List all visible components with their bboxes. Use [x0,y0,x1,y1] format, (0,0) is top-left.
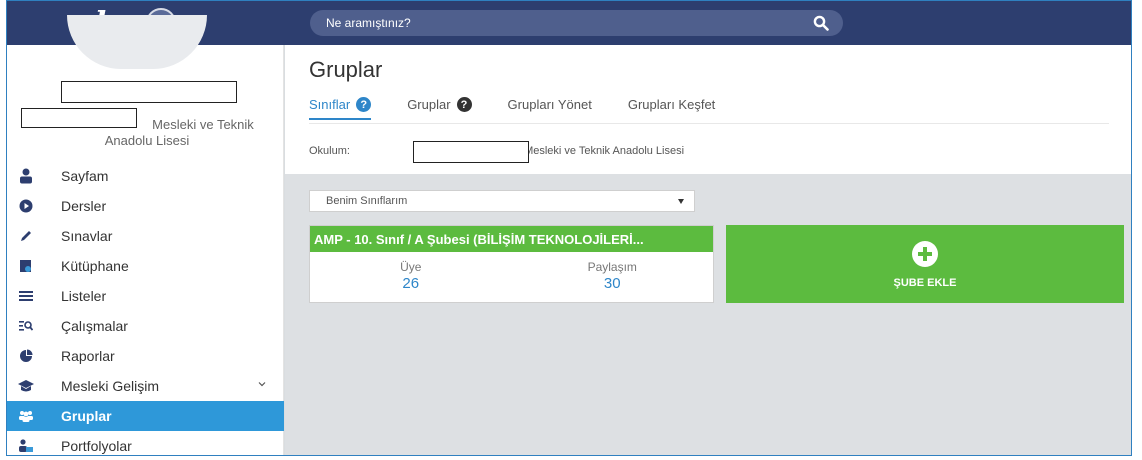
app-window: eba Mesleki ve Teknik Anadolu Lisesi Say… [6,0,1132,456]
tab-gruplar[interactable]: Gruplar ? [407,97,472,120]
add-branch-label: ŞUBE EKLE [893,277,957,289]
sidebar-item-label: Listeler [61,288,107,304]
members-count: 26 [402,275,420,292]
tab-gruplari-yonet[interactable]: Grupları Yönet [508,97,592,120]
user-folder-icon [17,437,35,455]
redacted-school-name [413,141,529,163]
class-filter-value: Benim Sınıflarım [326,195,408,207]
sidebar-item-label: Mesleki Gelişim [61,378,160,394]
shares-stat[interactable]: Paylaşım 30 [512,252,714,304]
chevron-down-icon[interactable] [258,380,266,388]
class-filter-select[interactable]: Benim Sınıflarım [309,190,695,212]
sidebar-item-calismalar[interactable]: Çalışmalar [7,311,284,341]
members-stat[interactable]: Üye 26 [310,252,512,304]
search-list-icon [17,317,35,335]
help-icon[interactable]: ? [356,97,372,112]
search-bar [310,10,843,36]
sidebar-item-label: Gruplar [61,408,112,424]
sidebar-item-raporlar[interactable]: Raporlar [7,341,284,371]
user-icon [17,167,35,185]
page-title: Gruplar [309,57,383,82]
sidebar-item-listeler[interactable]: Listeler [7,281,284,311]
help-icon[interactable]: ? [456,97,472,112]
tab-label: Grupları Keşfet [627,97,716,112]
search-input[interactable] [326,16,796,30]
sidebar-item-label: Dersler [61,198,107,214]
sidebar-item-label: Portfolyolar [61,438,132,454]
tab-label: Grupları Yönet [507,97,592,112]
shares-count: 30 [603,275,621,292]
sidebar-item-label: Sayfam [61,168,109,184]
sidebar-item-dersler[interactable]: Dersler [7,191,284,221]
users-icon [17,407,35,425]
sidebar-item-gruplar[interactable]: Gruplar [7,401,284,431]
members-label: Üye [400,260,422,274]
class-card-stats: Üye 26 Paylaşım 30 [310,252,713,304]
profile-school: Mesleki ve Teknik Anadolu Lisesi [17,117,277,149]
profile-school-line2: Anadolu Lisesi [104,133,190,148]
tab-siniflar[interactable]: Sınıflar ? [309,97,372,120]
avatar[interactable] [67,15,207,69]
add-branch-button[interactable]: ŞUBE EKLE [726,225,1124,303]
sidebar-item-label: Sınavlar [61,228,113,244]
tab-label: Gruplar [407,97,451,112]
class-card-title[interactable]: AMP - 10. Sınıf / A Şubesi (BİLİŞİM TEKN… [310,226,713,252]
sidebar-item-label: Çalışmalar [61,318,128,334]
library-icon [17,257,35,275]
sidebar-item-sayfam[interactable]: Sayfam [7,161,284,191]
search-icon[interactable] [813,15,829,31]
school-value: Mesleki ve Teknik Anadolu Lisesi [524,145,685,157]
sidebar-item-label: Kütüphane [61,258,129,274]
graduation-cap-icon [17,377,35,395]
sidebar-item-kutuphane[interactable]: Kütüphane [7,251,284,281]
main-header: Gruplar Sınıflar ? Gruplar ? Grupları Yö… [285,45,1131,174]
plus-circle-icon [912,241,938,267]
tab-gruplari-kesfet[interactable]: Grupları Keşfet [628,97,715,120]
tab-divider [309,123,1109,124]
pencil-icon [17,227,35,245]
sidebar: Mesleki ve Teknik Anadolu Lisesi Sayfam … [7,15,284,455]
caret-down-icon [678,199,684,204]
profile-school-line1: Mesleki ve Teknik [152,117,254,132]
redacted-user-name [61,81,237,103]
shares-label: Paylaşım [587,260,637,274]
tab-bar: Sınıflar ? Gruplar ? Grupları Yönet Grup… [309,97,751,120]
school-label: Okulum: [309,145,350,157]
class-card[interactable]: AMP - 10. Sınıf / A Şubesi (BİLİŞİM TEKN… [309,225,714,303]
tab-label: Sınıflar [309,97,351,112]
main-content: Benim Sınıflarım AMP - 10. Sınıf / A Şub… [285,174,1131,455]
play-circle-icon [17,197,35,215]
list-icon [17,287,35,305]
sidebar-item-sinavlar[interactable]: Sınavlar [7,221,284,251]
sidebar-item-portfolyolar[interactable]: Portfolyolar [7,431,284,455]
sidebar-item-mesleki-gelisim[interactable]: Mesleki Gelişim [7,371,284,401]
sidebar-menu: Sayfam Dersler Sınavlar Kütüphane Listel… [7,161,284,455]
sidebar-item-label: Raporlar [61,348,115,364]
pie-chart-icon [17,347,35,365]
